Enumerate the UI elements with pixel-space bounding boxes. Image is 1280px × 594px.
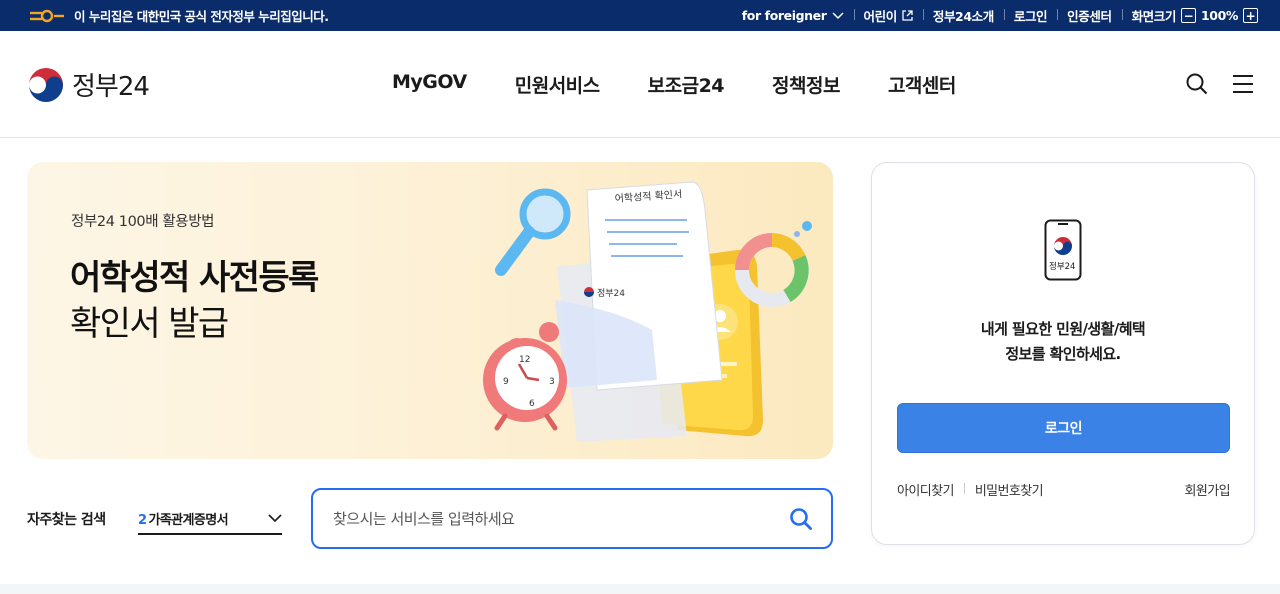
certification-center-label: 인증센터	[1067, 9, 1112, 24]
nav-mygov[interactable]: MyGOV	[368, 71, 491, 98]
chevron-down-icon	[268, 513, 282, 522]
phone-logo-text: 정부24	[1049, 261, 1075, 272]
find-id-link[interactable]: 아이디찾기	[897, 480, 954, 499]
mobile-phone-icon: 정부24	[1044, 219, 1082, 281]
menu-icon[interactable]	[1232, 73, 1254, 95]
login-message-line1: 내게 필요한 민원/생활/혜택	[980, 320, 1146, 338]
gov24-logo[interactable]: 정부24	[28, 66, 150, 103]
egovernment-logo-icon	[30, 9, 64, 22]
login-message: 내게 필요한 민원/생활/혜택 정보를 확인하세요.	[872, 317, 1254, 367]
hero-title-line1: 어학성적 사전등록	[70, 258, 319, 298]
clock-number-3: 3	[549, 377, 555, 387]
link-divider	[963, 483, 965, 494]
service-search-input[interactable]	[313, 490, 771, 547]
zoom-value: 100%	[1200, 8, 1238, 23]
for-foreigner-link[interactable]: for foreigner	[732, 8, 854, 23]
external-link-icon	[902, 10, 913, 21]
logo-text: 정부24	[72, 72, 150, 102]
search-submit-button[interactable]	[771, 490, 831, 547]
clock-number-9: 9	[503, 377, 509, 387]
site-header: 정부24 MyGOV 민원서비스 보조금24 정책정보 고객센터	[0, 31, 1280, 138]
certification-center-link[interactable]: 인증센터	[1057, 6, 1121, 25]
kids-link[interactable]: 어린이	[853, 6, 923, 25]
signup-link[interactable]: 회원가입	[1185, 480, 1231, 499]
zoom-in-button[interactable]: +	[1243, 8, 1258, 23]
government-banner: 이 누리집은 대한민국 공식 전자정부 누리집입니다. for foreigne…	[0, 0, 1280, 31]
hero-title-line2: 확인서 발급	[70, 304, 229, 344]
hero-subtitle: 정부24 100배 활용방법	[71, 214, 215, 230]
nav-customer-center[interactable]: 고객센터	[864, 71, 980, 98]
frequent-selected-text: 가족관계증명서	[148, 512, 228, 528]
login-button[interactable]: 로그인	[897, 403, 1230, 453]
nav-policy-info[interactable]: 정책정보	[748, 71, 864, 98]
gov24-intro-label: 정부24소개	[932, 9, 994, 24]
frequent-rank-number: 2	[138, 512, 147, 528]
taegeuk-emblem-icon	[29, 67, 63, 102]
alarm-clock-icon: 12 3 6 9	[483, 322, 567, 431]
nav-civil-service[interactable]: 민원서비스	[491, 71, 624, 98]
kids-label: 어린이	[863, 9, 898, 24]
top-login-link[interactable]: 로그인	[1003, 6, 1057, 25]
hero-illustration: 어학성적 확인서 정부24 12 3 6 9	[483, 181, 812, 442]
search-icon	[790, 507, 812, 530]
magnifier-icon	[495, 188, 571, 276]
login-message-line2: 정보를 확인하세요.	[1005, 345, 1121, 363]
find-password-link[interactable]: 비밀번호찾기	[975, 480, 1044, 499]
top-login-label: 로그인	[1013, 9, 1048, 24]
main-nav: MyGOV 민원서비스 보조금24 정책정보 고객센터	[368, 71, 980, 98]
document-logo-text: 정부24	[597, 288, 625, 299]
nav-subsidy24[interactable]: 보조금24	[624, 71, 748, 98]
clock-number-12: 12	[519, 355, 530, 365]
account-links: 아이디찾기 비밀번호찾기 회원가입	[897, 480, 1231, 499]
zoom-out-button[interactable]: −	[1180, 8, 1196, 23]
frequent-search-dropdown[interactable]: 2 가족관계증명서	[138, 503, 282, 535]
hero-banner[interactable]: 정부24 100배 활용방법 어학성적 사전등록 확인서 발급 어학성적 확인서…	[27, 162, 833, 459]
section-divider-band	[0, 584, 1280, 594]
screen-zoom-control: 화면크기 − 100% +	[1121, 6, 1268, 25]
clock-number-6: 6	[529, 399, 535, 409]
search-icon[interactable]	[1186, 73, 1208, 95]
frequent-search-label: 자주찾는 검색	[27, 512, 106, 528]
chevron-down-icon	[832, 11, 844, 19]
for-foreigner-label: for foreigner	[741, 8, 827, 23]
service-search-box	[311, 488, 833, 549]
zoom-label: 화면크기	[1131, 9, 1177, 24]
official-site-notice: 이 누리집은 대한민국 공식 전자정부 누리집입니다.	[74, 9, 329, 24]
login-card: 정부24 내게 필요한 민원/생활/혜택 정보를 확인하세요. 로그인 아이디찾…	[871, 162, 1255, 545]
gov24-intro-link[interactable]: 정부24소개	[922, 6, 1004, 25]
